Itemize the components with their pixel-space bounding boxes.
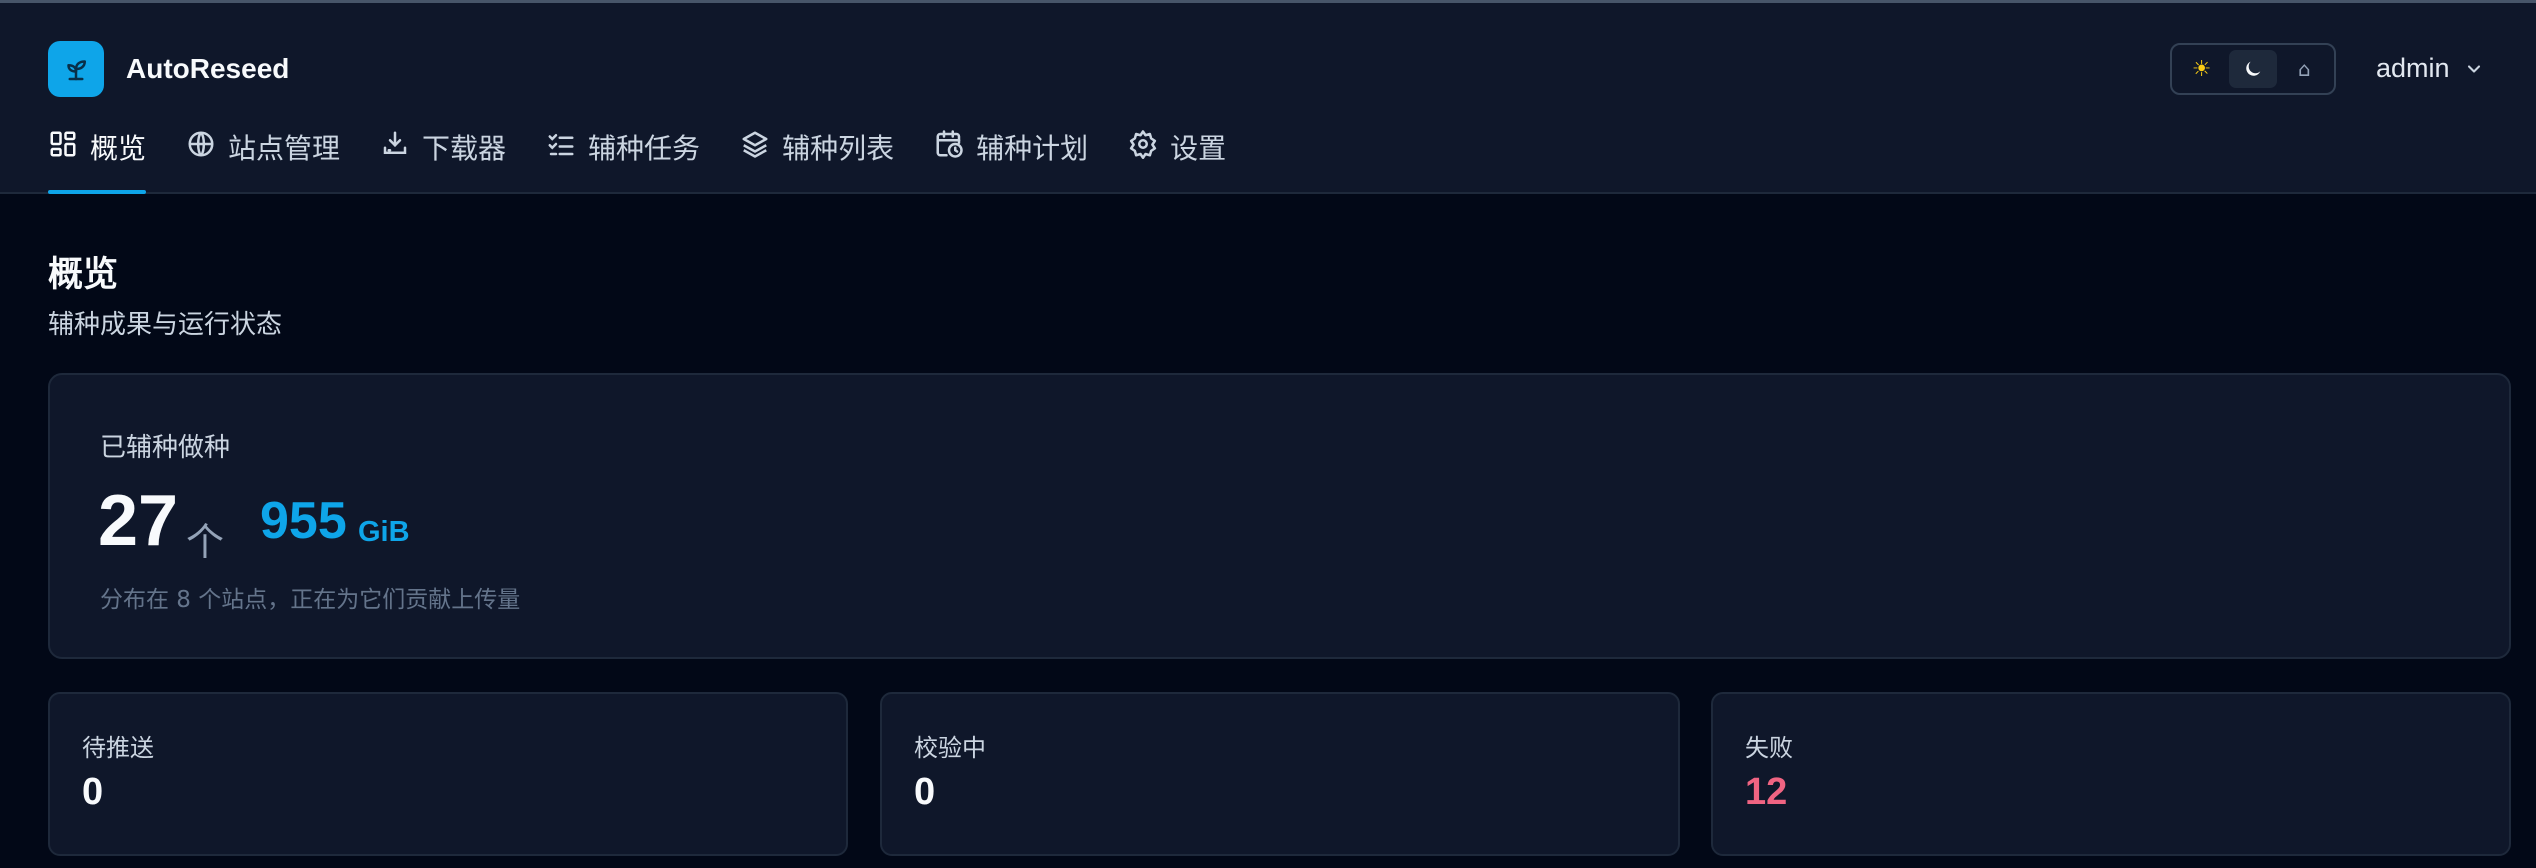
home-icon: ⌂ [2297, 57, 2311, 81]
dashboard-icon [50, 131, 76, 157]
tab-downloaders-label: 下载器 [422, 132, 507, 165]
tab-downloaders[interactable]: 下载器 [380, 121, 506, 194]
checklist-icon [548, 134, 574, 156]
app-header: AutoReseed ☀ ⌂ admin 概览 站点管理 下载器 辅种任务 辅种… [0, 3, 2536, 194]
user-menu[interactable]: admin [2376, 53, 2484, 84]
tab-reseed-tasks[interactable]: 辅种任务 [546, 121, 700, 194]
reseeded-size-unit: GiB [358, 516, 410, 548]
tab-settings-label: 设置 [1170, 132, 1227, 165]
layers-icon [742, 131, 768, 158]
tab-overview[interactable]: 概览 [48, 121, 147, 194]
tab-reseed-plans-label: 辅种计划 [976, 132, 1089, 165]
reseeded-size: 955 [260, 492, 347, 550]
checking-card: 校验中 0 [880, 692, 1680, 856]
checking-label: 校验中 [914, 734, 986, 762]
chevron-down-icon [2467, 64, 2480, 73]
reseeded-label: 已辅种做种 [100, 433, 231, 463]
light-theme-button[interactable]: ☀ [2178, 50, 2225, 88]
tab-reseed-plans[interactable]: 辅种计划 [934, 121, 1088, 194]
failed-card: 失败 12 [1711, 692, 2511, 856]
tab-reseed-tasks-label: 辅种任务 [588, 132, 701, 165]
tab-sites-label: 站点管理 [228, 132, 341, 165]
failed-value: 12 [1745, 771, 1788, 813]
tab-overview-label: 概览 [90, 132, 147, 165]
brand[interactable]: AutoReseed [48, 41, 289, 97]
app-title: AutoReseed [126, 53, 290, 84]
reseeded-count: 27 [98, 481, 179, 561]
tab-reseed-list-label: 辅种列表 [782, 132, 895, 165]
main-navigation: 概览 站点管理 下载器 辅种任务 辅种列表 辅种计划 设置 [48, 121, 1226, 194]
page-subtitle: 辅种成果与运行状态 [48, 310, 283, 340]
reseeded-count-unit: 个 [186, 520, 225, 564]
reseeded-description: 分布在 8 个站点，正在为它们贡献上传量 [100, 587, 521, 613]
system-theme-button[interactable]: ⌂ [2281, 50, 2328, 88]
reseeded-summary-card: 已辅种做种 27 个 955 GiB 分布在 8 个站点，正在为它们贡献上传量 [48, 373, 2511, 659]
globe-icon [188, 131, 214, 157]
checking-value: 0 [914, 771, 936, 813]
pending-push-value: 0 [82, 771, 104, 813]
failed-label: 失败 [1745, 734, 1793, 762]
tab-reseed-list[interactable]: 辅种列表 [740, 121, 894, 194]
sun-icon: ☀ [2191, 56, 2212, 82]
theme-switch: ☀ ⌂ [2170, 43, 2336, 95]
username: admin [2376, 53, 2450, 83]
tab-settings[interactable]: 设置 [1128, 121, 1226, 194]
tab-sites[interactable]: 站点管理 [186, 121, 340, 194]
gear-icon [1129, 130, 1157, 159]
sprout-icon [48, 41, 104, 97]
dark-theme-button[interactable] [2229, 50, 2277, 88]
calendar-clock-icon [936, 130, 963, 158]
moon-icon [2246, 61, 2261, 76]
page-title: 概览 [48, 255, 119, 295]
pending-push-card: 待推送 0 [48, 692, 848, 856]
download-icon [383, 131, 407, 154]
pending-push-label: 待推送 [82, 734, 154, 762]
